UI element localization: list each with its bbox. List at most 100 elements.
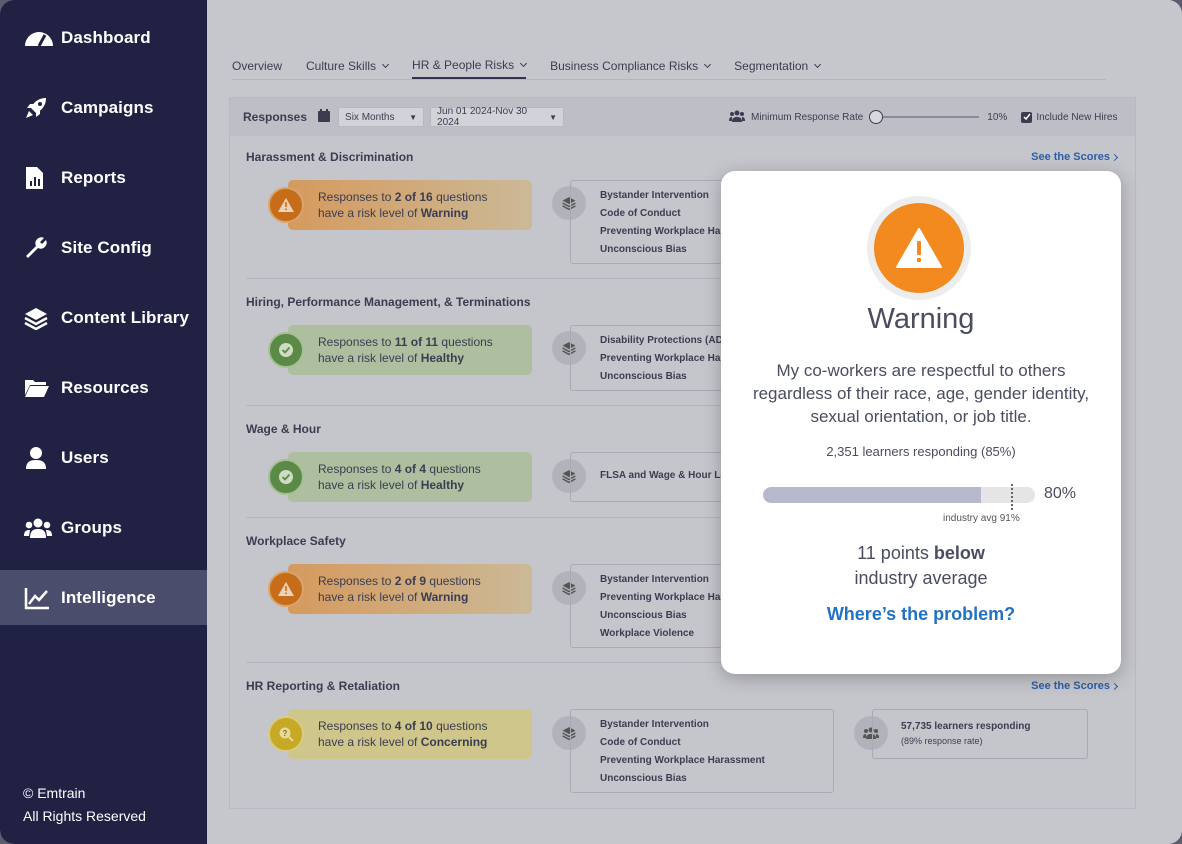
sidebar-item-label: Users (61, 447, 109, 467)
user-icon (24, 446, 54, 470)
check-circle-icon (268, 459, 304, 495)
responses-label: Responses (243, 110, 308, 124)
section-title: Harassment & Discrimination (246, 150, 414, 164)
sidebar-item-label: Intelligence (61, 587, 156, 607)
layers-icon (24, 306, 54, 330)
sidebar: Dashboard Campaigns Reports Site Config … (0, 0, 207, 844)
tab-overview[interactable]: Overview (232, 58, 282, 79)
sidebar-item-label: Groups (61, 517, 123, 537)
sidebar-item-users[interactable]: Users (0, 430, 207, 485)
chevron-right-icon (1110, 153, 1119, 162)
risk-text: questions (432, 190, 488, 204)
risk-text: Responses to (318, 190, 395, 204)
min-rate-value: 10% (987, 111, 1008, 123)
sidebar-item-campaigns[interactable]: Campaigns (0, 80, 207, 135)
points-comparison: 11 points below industry average (721, 541, 1121, 591)
folder-icon (24, 376, 54, 400)
period-select[interactable]: Six Months ▼ (338, 107, 425, 127)
slider-thumb[interactable] (869, 110, 884, 124)
topic-list: Bystander Intervention Code of Conduct P… (570, 709, 834, 793)
see-scores-link[interactable]: See the Scores (1031, 680, 1119, 692)
rights-text: All Rights Reserved (23, 808, 146, 824)
see-scores-link[interactable]: See the Scores (1031, 151, 1119, 163)
risk-count: 4 of 10 (394, 719, 433, 733)
date-range-select[interactable]: Jun 01 2024-Nov 30 2024 ▼ (430, 106, 565, 128)
risk-summary: Responses to 2 of 9 questions have a ris… (268, 564, 532, 614)
risk-count: 11 of 11 (394, 335, 439, 349)
risk-pill: Responses to 2 of 9 questions have a ris… (288, 564, 532, 614)
tab-segmentation[interactable]: Segmentation (734, 58, 822, 79)
min-rate-slider[interactable] (869, 110, 981, 124)
report-icon (24, 166, 54, 190)
sidebar-item-label: Campaigns (61, 97, 154, 117)
sidebar-item-resources[interactable]: Resources (0, 360, 207, 415)
tab-label: Culture Skills (306, 59, 377, 73)
tab-label: Segmentation (734, 59, 809, 73)
risk-text: have a risk level of (318, 206, 421, 220)
score-bar (763, 487, 1035, 503)
risk-text: questions (438, 335, 493, 349)
sidebar-footer: © Emtrain All Rights Reserved (23, 782, 146, 828)
section-title: Hiring, Performance Management, & Termin… (246, 295, 531, 309)
risk-text: Responses to (318, 335, 395, 349)
risk-summary: Responses to 4 of 4 questions have a ris… (268, 452, 532, 502)
risk-pill: Responses to 4 of 10 questions have a ri… (288, 709, 532, 759)
sidebar-item-site-config[interactable]: Site Config (0, 220, 207, 275)
wrench-icon (24, 236, 54, 260)
risk-count: 4 of 4 (394, 462, 427, 476)
check-circle-icon (268, 332, 304, 368)
score-bar-fill (763, 487, 981, 503)
risk-summary: Responses to 4 of 10 questions have a ri… (268, 709, 532, 759)
risk-text: have a risk level of (318, 735, 421, 749)
chevron-down-icon (814, 60, 822, 69)
sidebar-item-label: Resources (61, 377, 149, 397)
see-scores-label: See the Scores (1031, 151, 1110, 163)
points-subtext: industry average (854, 568, 988, 588)
card-title: Warning (867, 303, 975, 335)
industry-avg-marker (1011, 484, 1013, 510)
points-direction: below (933, 543, 985, 563)
warning-icon (268, 187, 304, 223)
chevron-down-icon (704, 60, 712, 69)
sidebar-item-label: Site Config (61, 237, 152, 257)
response-rate: (89% response rate) (901, 736, 983, 746)
slider-track (875, 116, 980, 118)
topic-item: Unconscious Bias (600, 773, 687, 784)
include-new-hires-checkbox[interactable] (1021, 111, 1033, 123)
chart-line-icon (24, 586, 54, 610)
tab-label: Overview (232, 59, 283, 73)
warning-icon (874, 203, 964, 293)
min-rate-label: Minimum Response Rate (751, 111, 864, 123)
sidebar-item-reports[interactable]: Reports (0, 150, 207, 205)
app-window: Dashboard Campaigns Reports Site Config … (0, 0, 1182, 844)
include-new-hires-label: Include New Hires (1036, 111, 1118, 123)
sidebar-item-label: Dashboard (61, 27, 151, 47)
warning-badge (867, 196, 971, 300)
tab-culture-skills[interactable]: Culture Skills (306, 58, 390, 79)
risk-text: Responses to (318, 462, 395, 476)
sidebar-item-dashboard[interactable]: Dashboard (0, 10, 207, 65)
tab-hr-people-risks[interactable]: HR & People Risks (412, 58, 528, 79)
topic-item: Preventing Workplace Harassment (600, 755, 765, 766)
risk-summary: Responses to 11 of 11 questions have a r… (268, 325, 532, 375)
sidebar-item-content-library[interactable]: Content Library (0, 290, 207, 345)
sidebar-item-label: Reports (61, 167, 126, 187)
points-text: 11 points (857, 543, 934, 563)
risk-text: questions (426, 574, 481, 588)
wheres-the-problem-link[interactable]: Where’s the problem? (721, 604, 1121, 625)
learners-count: 2,351 learners responding (85%) (826, 444, 1016, 459)
risk-text: Responses to (318, 719, 395, 733)
risk-level: Healthy (420, 478, 465, 492)
risk-level: Warning (420, 206, 469, 220)
sidebar-item-intelligence[interactable]: Intelligence (0, 570, 207, 625)
tab-label: HR & People Risks (412, 58, 515, 72)
chevron-right-icon (1110, 682, 1119, 691)
risk-count: 2 of 9 (394, 574, 427, 588)
see-scores-label: See the Scores (1031, 680, 1110, 692)
sidebar-item-groups[interactable]: Groups (0, 500, 207, 555)
topic-item: Code of Conduct (600, 737, 681, 748)
group-icon (24, 516, 54, 540)
response-summary: 57,735 learners responding (89% response… (872, 709, 1088, 759)
caret-down-icon: ▼ (549, 112, 558, 122)
tab-business-compliance-risks[interactable]: Business Compliance Risks (550, 58, 712, 79)
